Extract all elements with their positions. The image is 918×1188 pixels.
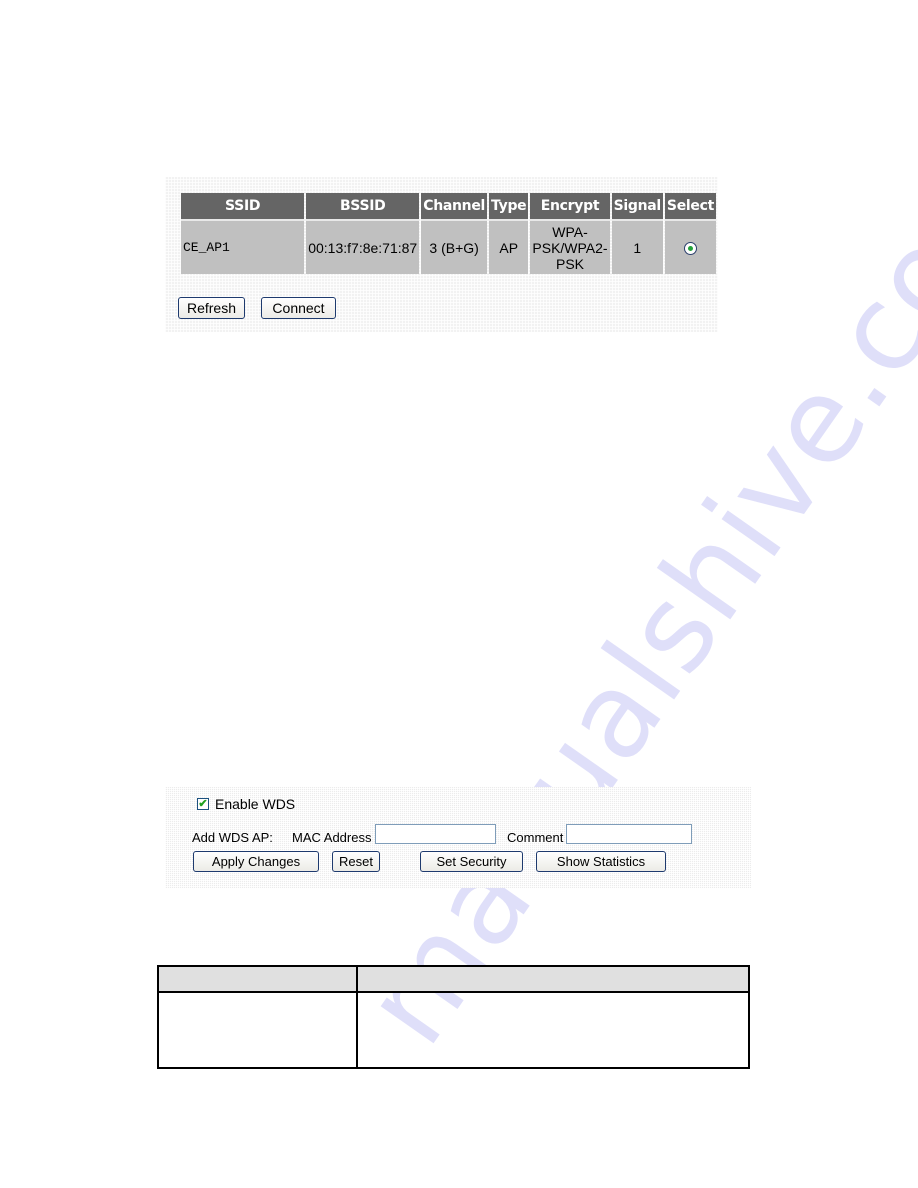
select-radio[interactable]	[683, 242, 697, 256]
description-cell	[157, 991, 358, 1069]
column-header-signal: Signal	[611, 193, 663, 221]
cell-encrypt: WPA- PSK/WPA2- PSK	[530, 221, 610, 274]
table-row	[157, 991, 750, 1069]
table-row: CE_AP1 00:13:f7:8e:71:87 3 (B+G) AP WPA-…	[181, 221, 716, 274]
enable-wds-checkbox[interactable]: ✔	[197, 798, 209, 810]
cell-bssid: 00:13:f7:8e:71:87	[306, 221, 420, 274]
refresh-button[interactable]: Refresh	[178, 297, 245, 319]
cell-signal: 1	[611, 221, 663, 274]
show-statistics-button[interactable]: Show Statistics	[536, 851, 666, 872]
enable-wds-label: Enable WDS	[215, 796, 296, 812]
table-header-row: SSID BSSID Channel Type Encrypt Signal S…	[181, 193, 716, 221]
mac-address-input[interactable]	[375, 824, 496, 844]
checkmark-icon: ✔	[198, 797, 208, 810]
connect-button[interactable]: Connect	[261, 297, 336, 319]
column-header-channel: Channel	[421, 193, 488, 221]
description-cell	[356, 991, 750, 1069]
encrypt-line: WPA-	[552, 223, 588, 240]
site-survey-panel: SSID BSSID Channel Type Encrypt Signal S…	[165, 177, 718, 332]
mac-address-label: MAC Address	[292, 830, 372, 845]
column-header-type: Type	[489, 193, 529, 221]
add-wds-ap-label: Add WDS AP:	[192, 830, 273, 845]
description-header-cell	[157, 965, 358, 993]
apply-changes-button[interactable]: Apply Changes	[193, 851, 319, 872]
column-header-bssid: BSSID	[306, 193, 420, 221]
reset-button[interactable]: Reset	[332, 851, 380, 872]
cell-select	[664, 221, 716, 274]
encrypt-line: PSK/WPA2-	[532, 239, 608, 256]
set-security-button[interactable]: Set Security	[420, 851, 523, 872]
cell-channel: 3 (B+G)	[421, 221, 488, 274]
wds-panel: ✔ Enable WDS Add WDS AP: MAC Address Com…	[165, 787, 751, 888]
column-header-encrypt: Encrypt	[530, 193, 610, 221]
encrypt-line: PSK	[555, 255, 584, 272]
comment-label: Comment	[507, 830, 564, 845]
comment-input[interactable]	[566, 824, 692, 844]
column-header-select: Select	[664, 193, 716, 221]
site-survey-table: SSID BSSID Channel Type Encrypt Signal S…	[179, 193, 718, 274]
cell-type: AP	[489, 221, 529, 274]
description-header-cell	[356, 965, 750, 993]
description-table	[157, 965, 750, 1069]
column-header-ssid: SSID	[181, 193, 305, 221]
description-header-row	[157, 965, 750, 993]
cell-ssid: CE_AP1	[181, 221, 305, 274]
